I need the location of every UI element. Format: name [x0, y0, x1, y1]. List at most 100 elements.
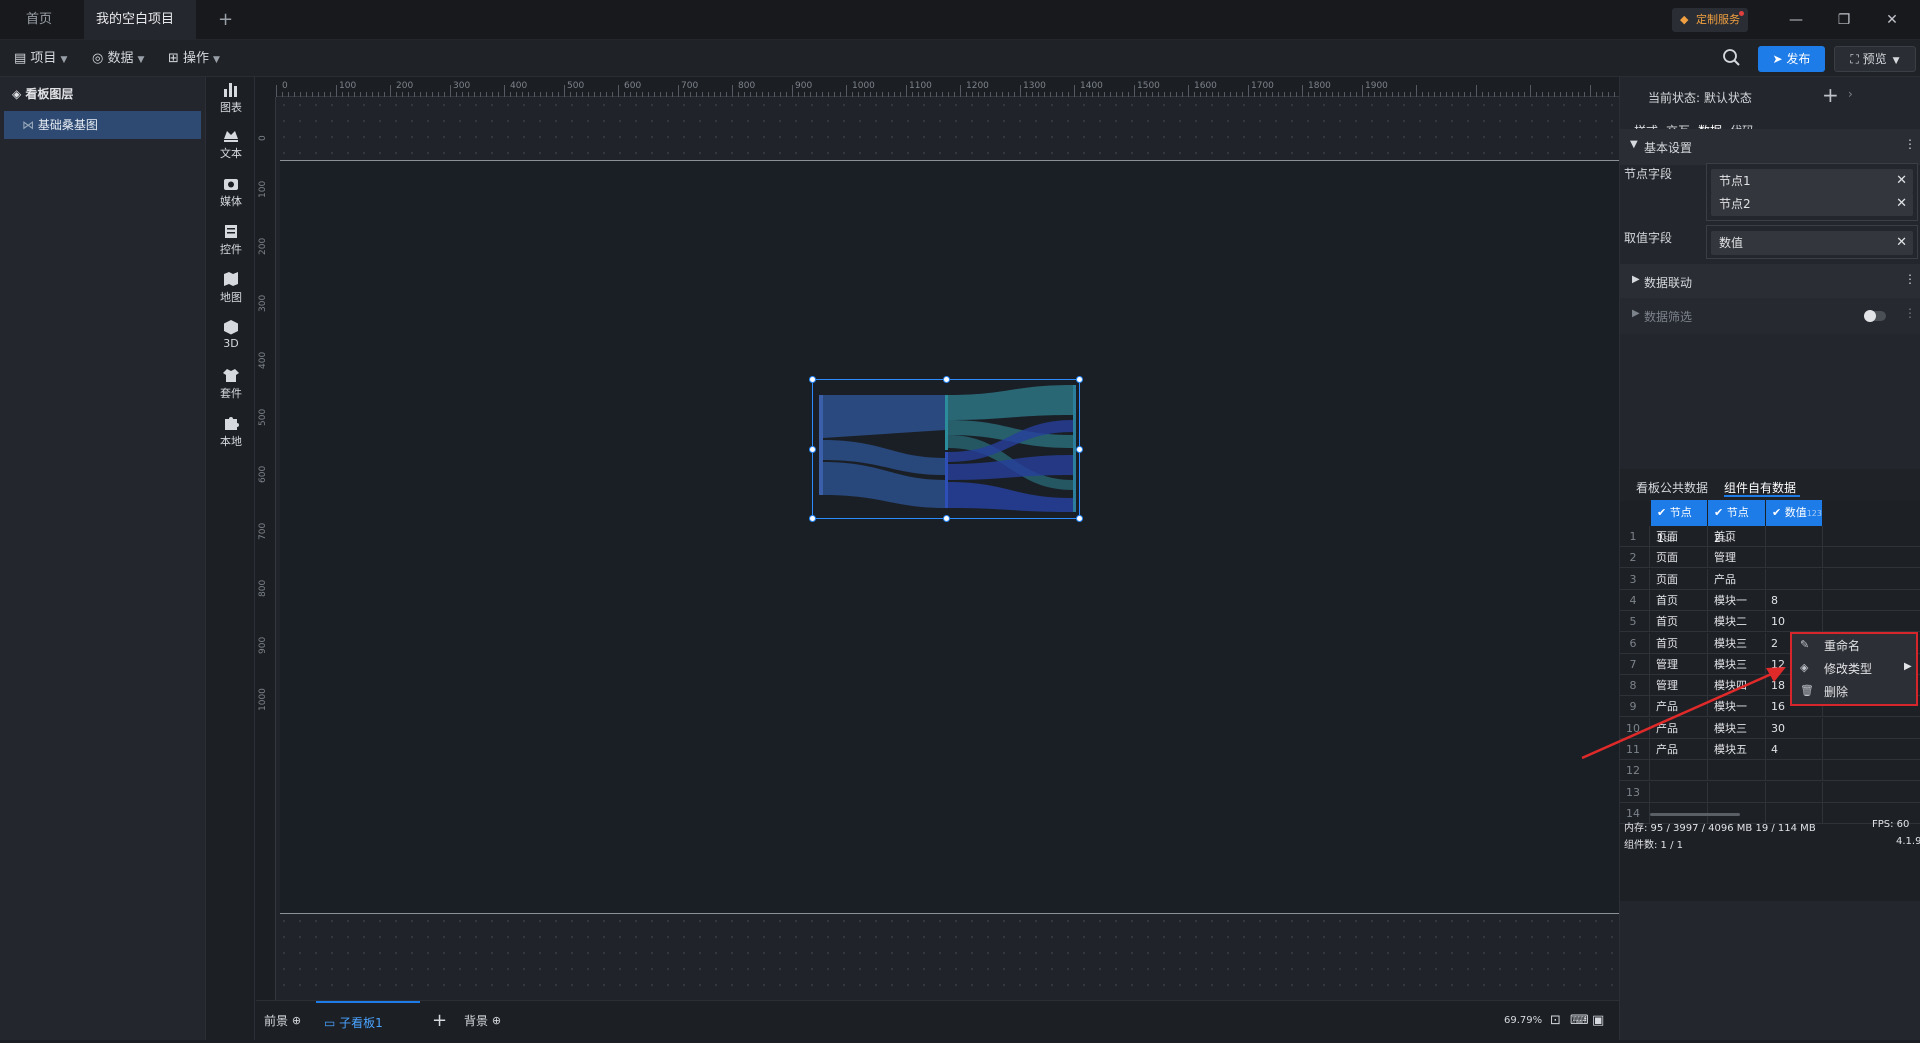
table-cell[interactable] — [1771, 547, 1823, 568]
table-cell[interactable]: 首页 — [1656, 611, 1708, 632]
add-state-button[interactable]: + — [1822, 83, 1839, 107]
subboard-tab[interactable]: ▭ 子看板1 — [316, 1001, 420, 1041]
tab-home[interactable]: 首页 — [14, 0, 64, 40]
ruler-tick-label: 600 — [258, 465, 268, 483]
table-cell[interactable] — [1771, 760, 1823, 781]
menu-item-rename[interactable]: 重命名 — [1824, 637, 1860, 654]
keyboard-button[interactable]: ⌨ — [1570, 1001, 1589, 1041]
rail-item-local[interactable]: 本地 — [207, 415, 255, 449]
table-cell[interactable]: 管理 — [1714, 547, 1766, 568]
chevron-right-icon[interactable]: › — [1848, 87, 1853, 101]
ruler-tick — [588, 92, 589, 97]
table-cell[interactable]: 页面 — [1656, 547, 1708, 568]
table-row[interactable]: 3 页面 产品 — [1620, 568, 1920, 590]
menu-data[interactable]: ◎ 数据 ▼ — [92, 48, 144, 70]
add-tab-button[interactable]: + — [206, 0, 245, 40]
table-cell[interactable] — [1714, 760, 1766, 781]
resize-handle[interactable] — [809, 515, 816, 522]
layer-item-sankey[interactable]: ⋈ 基础桑基图 — [4, 111, 201, 139]
restore-button[interactable]: ❐ — [1824, 0, 1864, 40]
rail-item-map[interactable]: 地图 — [207, 271, 255, 305]
rail-item-control[interactable]: 控件 — [207, 223, 255, 257]
filter-toggle[interactable] — [1864, 310, 1886, 322]
resize-handle[interactable] — [1076, 515, 1083, 522]
table-cell[interactable]: 模块三 — [1714, 633, 1766, 654]
resize-handle[interactable] — [943, 376, 950, 383]
artboard[interactable] — [280, 160, 1619, 914]
menu-project[interactable]: ▤ 项目 ▼ — [14, 48, 67, 70]
background-tab[interactable]: 背景 ⊕ — [464, 1001, 501, 1041]
table-cell[interactable]: 模块二 — [1714, 611, 1766, 632]
table-cell[interactable]: 首页 — [1656, 590, 1708, 611]
grid-divider — [1649, 611, 1650, 633]
tab-public-data[interactable]: 看板公共数据 — [1636, 479, 1708, 496]
sankey-chart-selection[interactable] — [809, 376, 1083, 522]
more-icon[interactable]: ⋮ — [1904, 272, 1916, 286]
table-cell[interactable]: 首页 — [1656, 633, 1708, 654]
table-cell[interactable] — [1771, 526, 1823, 547]
node-field-chip[interactable]: 节点2 ✕ — [1711, 192, 1913, 216]
minimize-button[interactable]: — — [1776, 0, 1816, 40]
remove-icon[interactable]: ✕ — [1896, 231, 1907, 255]
table-cell[interactable] — [1656, 782, 1708, 803]
search-button[interactable] — [1722, 48, 1744, 70]
console-button[interactable]: ▣ — [1592, 1001, 1604, 1041]
rail-item-kit[interactable]: 套件 — [207, 367, 255, 401]
resize-handle[interactable] — [943, 515, 950, 522]
more-icon[interactable]: ⋮ — [1904, 137, 1916, 151]
fit-screen-button[interactable]: ⊡ — [1550, 1001, 1561, 1041]
column-header[interactable]: ✔ 数值123 — [1766, 500, 1822, 526]
node-field-chip[interactable]: 节点1 ✕ — [1711, 169, 1913, 193]
more-icon[interactable]: ⋮ — [1904, 306, 1916, 320]
rail-item-chart[interactable]: 图表 — [207, 81, 255, 115]
grid-scrollbar[interactable] — [1650, 813, 1740, 816]
section-data-link[interactable]: ▶ 数据联动 ⋮ — [1620, 264, 1920, 300]
table-cell[interactable]: 页面 — [1656, 569, 1708, 590]
table-cell[interactable]: 10 — [1771, 611, 1823, 632]
table-row[interactable]: 1 页面 首页 — [1620, 526, 1920, 547]
grid-divider — [1765, 526, 1766, 547]
value-field-chip[interactable]: 数值 ✕ — [1711, 231, 1913, 255]
rail-item-text[interactable]: 文本 — [207, 127, 255, 161]
publish-button[interactable]: ➤ 发布 — [1758, 46, 1825, 72]
rail-item-media[interactable]: 媒体 — [207, 175, 255, 209]
close-button[interactable]: ✕ — [1872, 0, 1912, 40]
column-header[interactable]: ✔ 节点2Str — [1708, 500, 1765, 545]
menu-operation[interactable]: ⊞ 操作 ▼ — [168, 48, 220, 70]
resize-handle[interactable] — [809, 446, 816, 453]
table-row[interactable]: 12 — [1620, 760, 1920, 782]
menu-item-delete[interactable]: 删除 — [1824, 683, 1848, 700]
table-cell[interactable] — [1714, 782, 1766, 803]
foreground-tab[interactable]: 前景 ⊕ — [264, 1001, 301, 1041]
table-cell[interactable]: 产品 — [1714, 569, 1766, 590]
table-cell[interactable]: 页面 — [1656, 526, 1708, 547]
rail-item-3d[interactable]: 3D — [207, 319, 255, 350]
table-cell[interactable] — [1771, 569, 1823, 590]
table-row[interactable]: 13 — [1620, 781, 1920, 803]
table-row[interactable]: 4 首页 模块一 8 — [1620, 589, 1920, 611]
zoom-level[interactable]: 69.79% — [1504, 1001, 1542, 1041]
resize-handle[interactable] — [809, 376, 816, 383]
tab-project[interactable]: 我的空白项目 — [84, 0, 196, 64]
section-basic-settings[interactable]: ▼ 基本设置 ⋮ — [1620, 129, 1920, 165]
section-data-filter[interactable]: ▶ 数据筛选 ⋮ — [1620, 298, 1920, 334]
remove-icon[interactable]: ✕ — [1896, 169, 1907, 193]
table-cell[interactable]: 模块一 — [1714, 590, 1766, 611]
table-row[interactable]: 2 页面 管理 — [1620, 547, 1920, 569]
table-cell[interactable]: 首页 — [1714, 526, 1766, 547]
table-cell[interactable] — [1656, 760, 1708, 781]
table-cell[interactable] — [1771, 782, 1823, 803]
custom-service-button[interactable]: ◆ 定制服务 — [1672, 8, 1748, 32]
column-header[interactable]: ✔ 节点1Str — [1651, 500, 1707, 545]
table-cell[interactable]: 8 — [1771, 590, 1823, 611]
remove-icon[interactable]: ✕ — [1896, 192, 1907, 216]
add-subboard-button[interactable]: + — [432, 1001, 447, 1041]
canvas-area[interactable]: 0 100 200 300 400 500 600 700 800 900 1000 1100 1200… — [256, 77, 1619, 1000]
tab-own-data[interactable]: 组件自有数据 — [1724, 479, 1796, 496]
preview-button[interactable]: ⛶ 预览 ▼ — [1834, 46, 1916, 72]
ruler-tick — [1092, 92, 1093, 97]
table-row[interactable]: 5 首页 模块二 10 — [1620, 611, 1920, 633]
resize-handle[interactable] — [1076, 446, 1083, 453]
resize-handle[interactable] — [1076, 376, 1083, 383]
menu-item-change-type[interactable]: 修改类型 — [1824, 660, 1872, 677]
